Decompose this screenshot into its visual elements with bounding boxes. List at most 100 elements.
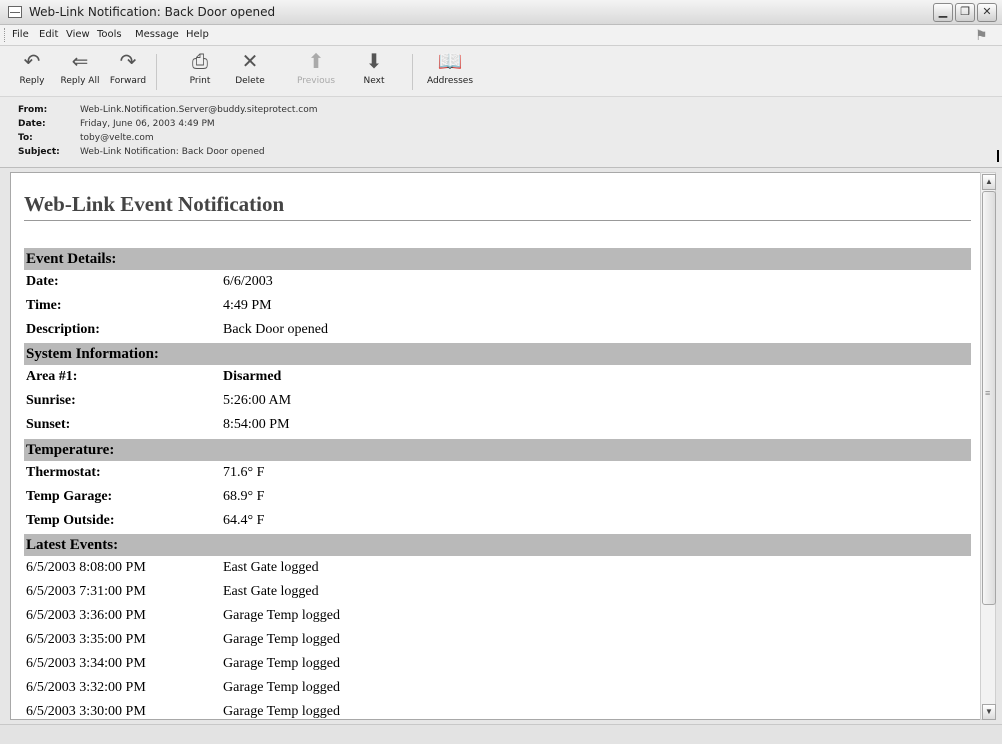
date-label: Date: <box>18 119 46 129</box>
forward-icon: ↷ <box>119 51 137 73</box>
close-button[interactable]: ✕ <box>977 3 997 22</box>
detail-value: 5:26:00 AM <box>223 393 292 408</box>
reply-button[interactable]: ↶ Reply <box>8 48 56 94</box>
detail-value: 64.4° F <box>223 513 265 528</box>
detail-key: Sunset: <box>26 417 71 432</box>
scroll-down-button[interactable]: ▼ <box>982 704 996 720</box>
title-bar[interactable]: Web-Link Notification: Back Door opened … <box>0 0 1002 25</box>
section-heading: Event Details: <box>26 251 117 267</box>
event-timestamp: 6/5/2003 3:32:00 PM <box>26 680 146 695</box>
event-timestamp: 6/5/2003 3:30:00 PM <box>26 704 146 719</box>
event-row: 6/5/2003 3:34:00 PM Garage Temp logged <box>24 652 971 676</box>
reply-all-button[interactable]: ⇐ Reply All <box>56 48 104 94</box>
window-title: Web-Link Notification: Back Door opened <box>29 5 276 19</box>
message-body[interactable]: Web-Link Event Notification Event Detail… <box>10 172 982 720</box>
event-row: 6/5/2003 3:32:00 PM Garage Temp logged <box>24 676 971 700</box>
reply-all-label: Reply All <box>60 76 100 86</box>
forward-label: Forward <box>109 76 147 86</box>
detail-row: Sunrise: 5:26:00 AM <box>24 389 971 413</box>
detail-row: Thermostat: 71.6° F <box>24 461 971 485</box>
section-event-details: Event Details: <box>24 248 971 270</box>
detail-value: Back Door opened <box>223 322 328 337</box>
event-description: Garage Temp logged <box>223 680 340 695</box>
menu-message[interactable]: Message <box>135 29 179 40</box>
event-description: Garage Temp logged <box>223 704 340 719</box>
minimize-button[interactable]: ▁ <box>933 3 953 22</box>
reply-icon: ↶ <box>23 51 41 73</box>
message-scrollbar[interactable]: ▲ ▼ <box>980 172 996 720</box>
event-row: 6/5/2003 3:30:00 PM Garage Temp logged <box>24 700 971 719</box>
event-description: Garage Temp logged <box>223 656 340 671</box>
menu-edit[interactable]: Edit <box>39 29 58 40</box>
menu-help[interactable]: Help <box>186 29 209 40</box>
detail-key: Temp Outside: <box>26 513 115 528</box>
event-timestamp: 6/5/2003 3:36:00 PM <box>26 608 146 623</box>
reply-label: Reply <box>19 76 45 86</box>
status-bar <box>0 724 1002 744</box>
maximize-button[interactable]: ❐ <box>955 3 975 22</box>
toolbar: ↶ Reply ⇐ Reply All ↷ Forward ⎙ Print ✕ … <box>0 46 1002 97</box>
text-cursor <box>997 150 999 162</box>
window-icon[interactable] <box>8 6 22 18</box>
print-label: Print <box>189 76 211 86</box>
section-temperature: Temperature: <box>24 439 971 461</box>
detail-key: Description: <box>26 322 100 337</box>
from-label: From: <box>18 105 48 115</box>
detail-row: Description: Back Door opened <box>24 318 971 342</box>
print-button[interactable]: ⎙ Print <box>176 48 224 94</box>
delete-button[interactable]: ✕ Delete <box>226 48 274 94</box>
subject-label: Subject: <box>18 147 60 157</box>
detail-key: Area #1: <box>26 369 78 384</box>
event-timestamp: 6/5/2003 3:35:00 PM <box>26 632 146 647</box>
section-heading: Temperature: <box>26 442 115 458</box>
event-row: 6/5/2003 3:36:00 PM Garage Temp logged <box>24 604 971 628</box>
windows-flag-icon: ⚑ <box>975 27 988 43</box>
event-description: East Gate logged <box>223 584 319 599</box>
reply-all-icon: ⇐ <box>71 51 89 73</box>
menu-view[interactable]: View <box>66 29 90 40</box>
detail-key: Date: <box>26 274 59 289</box>
to-value[interactable]: toby@velte.com <box>80 133 154 143</box>
forward-button[interactable]: ↷ Forward <box>104 48 152 94</box>
event-row: 6/5/2003 7:31:00 PM East Gate logged <box>24 580 971 604</box>
event-timestamp: 6/5/2003 3:34:00 PM <box>26 656 146 671</box>
event-timestamp: 6/5/2003 7:31:00 PM <box>26 584 146 599</box>
section-heading: Latest Events: <box>26 537 119 553</box>
detail-row: Temp Garage: 68.9° F <box>24 485 971 509</box>
subject-value: Web-Link Notification: Back Door opened <box>80 147 265 157</box>
detail-value: 6/6/2003 <box>223 274 273 289</box>
section-latest-events: Latest Events: <box>24 534 971 556</box>
detail-key: Time: <box>26 298 62 313</box>
event-timestamp: 6/5/2003 8:08:00 PM <box>26 560 146 575</box>
detail-key: Sunrise: <box>26 393 76 408</box>
scroll-up-button[interactable]: ▲ <box>982 174 996 190</box>
notification-title: Web-Link Event Notification <box>24 192 285 216</box>
previous-button[interactable]: ⬆ Previous <box>292 48 340 94</box>
previous-label: Previous <box>296 76 336 86</box>
scroll-thumb[interactable] <box>982 191 996 605</box>
detail-row: Sunset: 8:54:00 PM <box>24 413 971 437</box>
event-row: 6/5/2003 8:08:00 PM East Gate logged <box>24 556 971 580</box>
detail-value: 71.6° F <box>223 465 265 480</box>
detail-value: 68.9° F <box>223 489 265 504</box>
section-heading: System Information: <box>26 346 159 362</box>
detail-value: 8:54:00 PM <box>223 417 290 432</box>
next-label: Next <box>363 76 385 86</box>
section-system-information: System Information: <box>24 343 971 365</box>
detail-row: Area #1: Disarmed <box>24 365 971 389</box>
detail-row: Time: 4:49 PM <box>24 294 971 318</box>
message-header: From: Web-Link.Notification.Server@buddy… <box>0 97 1002 168</box>
delete-label: Delete <box>235 76 265 86</box>
address-book-icon: 📖 <box>437 51 463 73</box>
from-value[interactable]: Web-Link.Notification.Server@buddy.sitep… <box>80 105 318 115</box>
menu-file[interactable]: File <box>12 29 29 40</box>
menu-tools[interactable]: Tools <box>97 29 122 40</box>
next-button[interactable]: ⬇ Next <box>350 48 398 94</box>
detail-value: 4:49 PM <box>223 298 272 313</box>
delete-x-icon: ✕ <box>241 51 259 73</box>
event-description: East Gate logged <box>223 560 319 575</box>
down-arrow-icon: ⬇ <box>365 51 383 73</box>
toolbar-separator <box>412 54 413 90</box>
addresses-button[interactable]: 📖 Addresses <box>426 48 474 94</box>
event-description: Garage Temp logged <box>223 632 340 647</box>
